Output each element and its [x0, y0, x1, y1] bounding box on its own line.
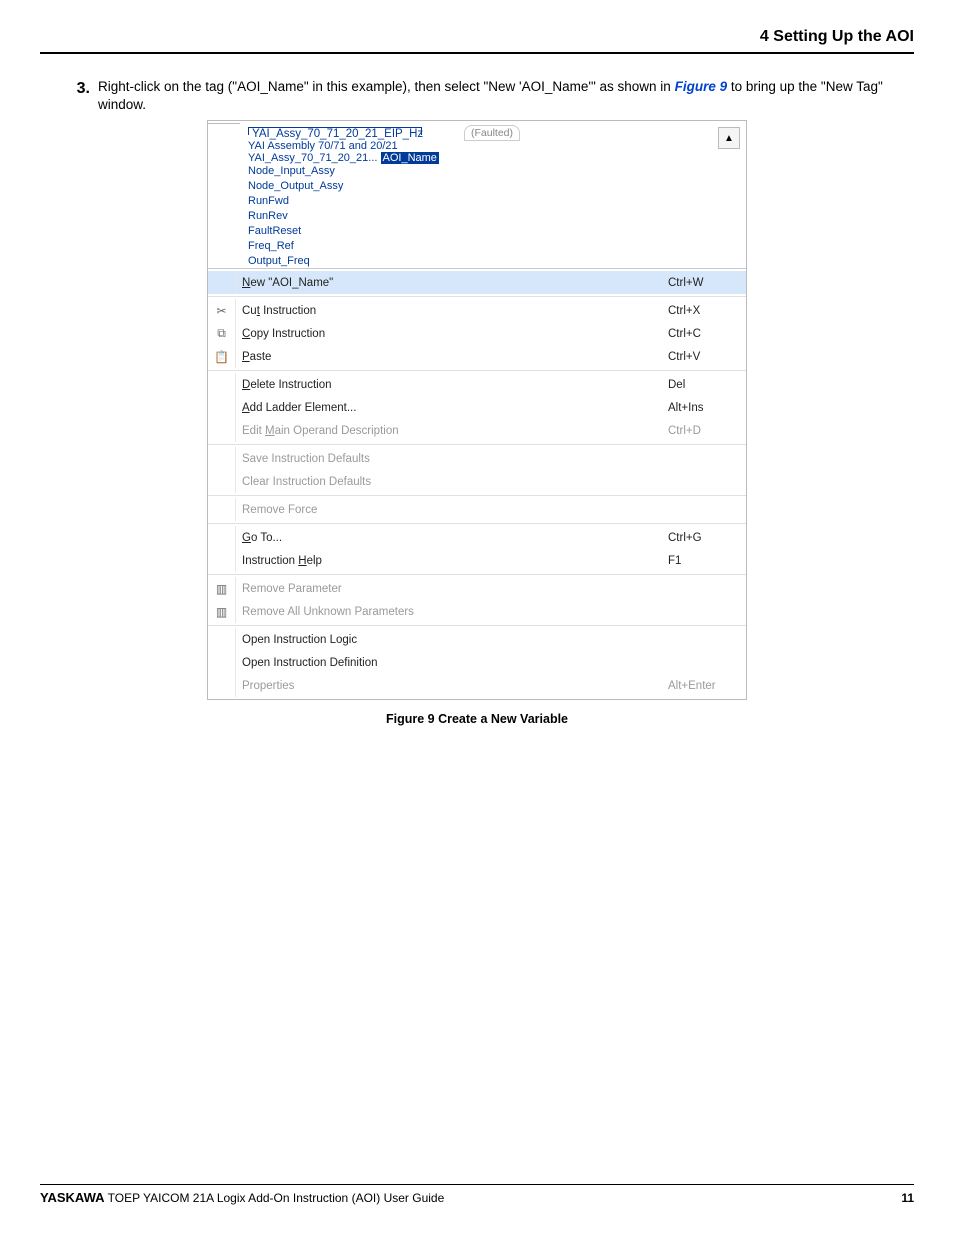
menu-shortcut: Ctrl+V	[668, 351, 736, 363]
menu-label: Copy Instruction	[236, 328, 668, 340]
menu-item[interactable]: Open Instruction Definition	[208, 651, 746, 674]
menu-item: Remove Force	[208, 498, 746, 521]
section-heading: 4 Setting Up the AOI	[40, 28, 914, 50]
block-subtitle: YAI Assembly 70/71 and 20/21	[248, 140, 422, 152]
menu-item: Clear Instruction Defaults	[208, 470, 746, 493]
page-number: 11	[901, 1191, 914, 1205]
tag-prefix: YAI_Assy_70_71_20_21...	[248, 152, 377, 164]
menu-item[interactable]: ✂Cut InstructionCtrl+X	[208, 299, 746, 322]
menu-shortcut: Ctrl+G	[668, 532, 736, 544]
figure-caption: Figure 9 Create a New Variable	[40, 712, 914, 726]
tag-row[interactable]: YAI_Assy_70_71_20_21... AOI_Name	[248, 152, 422, 164]
param-item: RunRev	[248, 209, 422, 224]
faulted-badge: (Faulted)	[464, 125, 520, 141]
menu-label: Open Instruction Logic	[236, 634, 668, 646]
header-rule	[40, 52, 914, 54]
step-text: Right-click on the tag ("AOI_Name" in th…	[98, 78, 914, 114]
menu-label: Remove All Unknown Parameters	[236, 606, 668, 618]
menu-shortcut: Ctrl+C	[668, 328, 736, 340]
menu-label: Paste	[236, 351, 668, 363]
menu-item[interactable]: Add Ladder Element...Alt+Ins	[208, 396, 746, 419]
menu-label: Add Ladder Element...	[236, 402, 668, 414]
step-number: 3.	[40, 78, 90, 114]
menu-shortcut: F1	[668, 555, 736, 567]
param-item: FaultReset	[248, 224, 422, 239]
menu-item[interactable]: Delete InstructionDel	[208, 373, 746, 396]
figure-link[interactable]: Figure 9	[675, 79, 728, 94]
menu-item[interactable]: New "AOI_Name"Ctrl+W	[208, 271, 746, 294]
menu-item[interactable]: 📋PasteCtrl+V	[208, 345, 746, 368]
instruction-block: YAI_Assy_70_71_20_21_EIP_Hz YAI Assembly…	[248, 127, 422, 268]
menu-shortcut: Alt+Enter	[668, 680, 736, 692]
menu-shortcut: Ctrl+X	[668, 305, 736, 317]
menu-label: Remove Parameter	[236, 583, 668, 595]
menu-label: Delete Instruction	[236, 379, 668, 391]
menu-label: Properties	[236, 680, 668, 692]
param-item: Node_Output_Assy	[248, 179, 422, 194]
footer-brand: YASKAWA	[40, 1190, 105, 1205]
context-menu: New "AOI_Name"Ctrl+W ✂Cut InstructionCtrl…	[208, 268, 746, 699]
menu-label: New "AOI_Name"	[236, 277, 668, 289]
param-item: Output_Freq	[248, 254, 422, 269]
menu-item[interactable]: Open Instruction Logic	[208, 628, 746, 651]
menu-item: Save Instruction Defaults	[208, 447, 746, 470]
block-title: YAI_Assy_70_71_20_21_EIP_Hz	[248, 127, 422, 140]
param-list: Node_Input_Assy Node_Output_Assy RunFwd …	[248, 164, 422, 268]
menu-item: PropertiesAlt+Enter	[208, 674, 746, 697]
menu-label: Cut Instruction	[236, 305, 668, 317]
menu-label: Save Instruction Defaults	[236, 453, 668, 465]
param-item: RunFwd	[248, 194, 422, 209]
figure-screenshot: YAI_Assy_70_71_20_21_EIP_Hz YAI Assembly…	[207, 120, 747, 700]
scroll-up-button[interactable]: ▲	[718, 127, 740, 149]
step-pre: Right-click on the tag ("AOI_Name" in th…	[98, 79, 675, 94]
menu-item: ▥Remove All Unknown Parameters	[208, 600, 746, 623]
menu-item: Edit Main Operand DescriptionCtrl+D	[208, 419, 746, 442]
menu-item[interactable]: ⧉Copy InstructionCtrl+C	[208, 322, 746, 345]
param-item: Node_Input_Assy	[248, 164, 422, 179]
menu-label: Go To...	[236, 532, 668, 544]
param-item: Freq_Ref	[248, 239, 422, 254]
step-3: 3. Right-click on the tag ("AOI_Name" in…	[40, 78, 914, 114]
menu-shortcut: Alt+Ins	[668, 402, 736, 414]
menu-label: Clear Instruction Defaults	[236, 476, 668, 488]
menu-item[interactable]: Go To...Ctrl+G	[208, 526, 746, 549]
menu-item[interactable]: Instruction HelpF1	[208, 549, 746, 572]
menu-label: Remove Force	[236, 504, 668, 516]
footer-doc: TOEP YAICOM 21A Logix Add-On Instruction…	[105, 1191, 445, 1205]
menu-item: ▥Remove Parameter	[208, 577, 746, 600]
menu-label: Instruction Help	[236, 555, 668, 567]
menu-shortcut: Ctrl+W	[668, 277, 736, 289]
menu-label: Edit Main Operand Description	[236, 425, 668, 437]
menu-shortcut: Del	[668, 379, 736, 391]
menu-label: Open Instruction Definition	[236, 657, 668, 669]
footer-rule	[40, 1184, 914, 1185]
menu-shortcut: Ctrl+D	[668, 425, 736, 437]
page-footer: YASKAWA TOEP YAICOM 21A Logix Add-On Ins…	[40, 1190, 914, 1205]
